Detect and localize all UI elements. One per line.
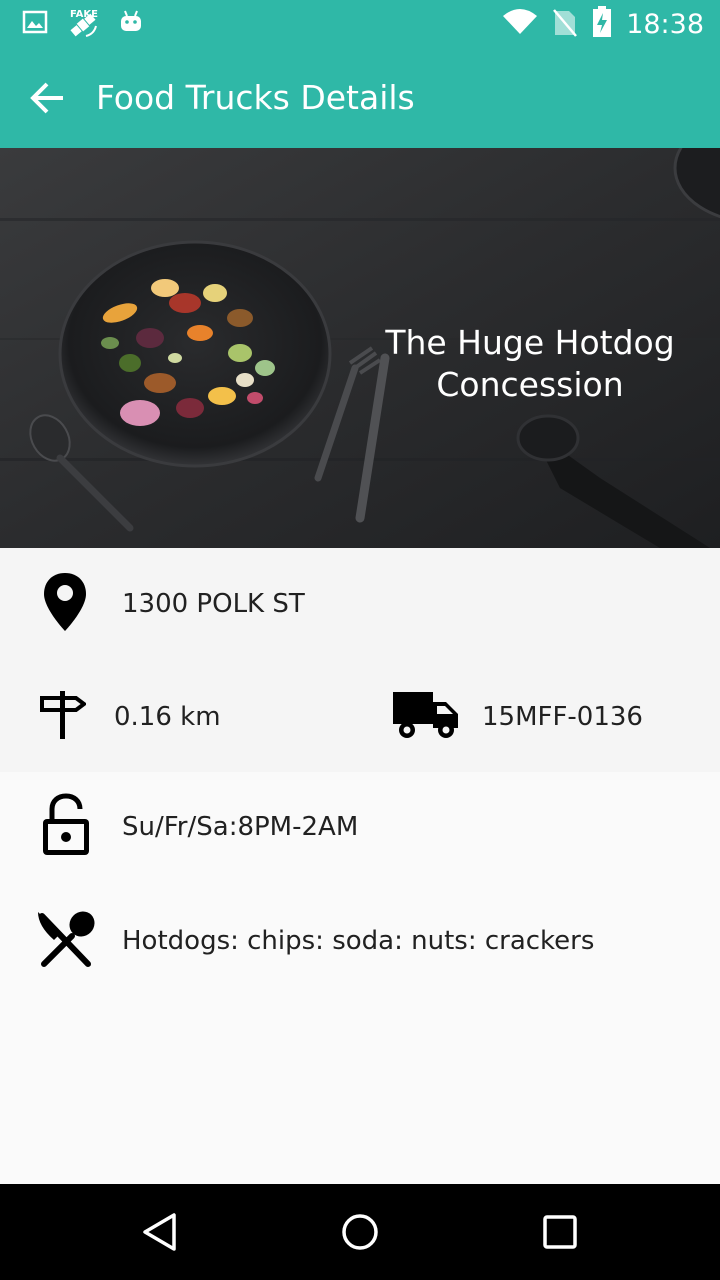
fake-gps-icon: FAKE [66,6,100,42]
lock-open-icon [40,793,92,861]
address-row: 1300 POLK ST [42,573,305,635]
wifi-icon [502,8,538,40]
truck-icon [392,690,460,744]
food-row: Hotdogs: chips: soda: nuts: crackers [36,910,595,972]
signpost-icon [40,690,88,744]
android-icon [118,9,144,39]
truck-name: The Huge Hotdog Concession [385,323,675,404]
battery-charging-icon [592,6,612,42]
hero-image: The Huge Hotdog Concession [0,148,720,548]
no-sim-icon [552,7,578,41]
food-items-text: Hotdogs: chips: soda: nuts: crackers [122,926,595,956]
back-triangle-icon[interactable] [140,1212,180,1252]
navigation-bar [0,1184,720,1280]
page-title: Food Trucks Details [96,78,415,117]
clock-time: 18:38 [626,8,704,40]
permit-text: 15MFF-0136 [482,702,643,732]
address-text: 1300 POLK ST [122,589,305,619]
distance-text: 0.16 km [114,702,221,732]
restaurant-icon [36,910,96,972]
distance-row: 0.16 km [40,690,221,744]
recents-square-icon[interactable] [540,1212,580,1252]
status-bar: FAKE 18:38 [0,0,720,48]
arrow-back-icon[interactable] [28,78,68,118]
image-icon [22,10,48,38]
location-pin-icon [42,571,88,637]
hours-text: Su/Fr/Sa:8PM-2AM [122,812,359,842]
app-bar: Food Trucks Details [0,48,720,148]
hours-row: Su/Fr/Sa:8PM-2AM [40,793,359,861]
permit-row: 15MFF-0136 [392,692,643,742]
home-circle-icon[interactable] [340,1212,380,1252]
